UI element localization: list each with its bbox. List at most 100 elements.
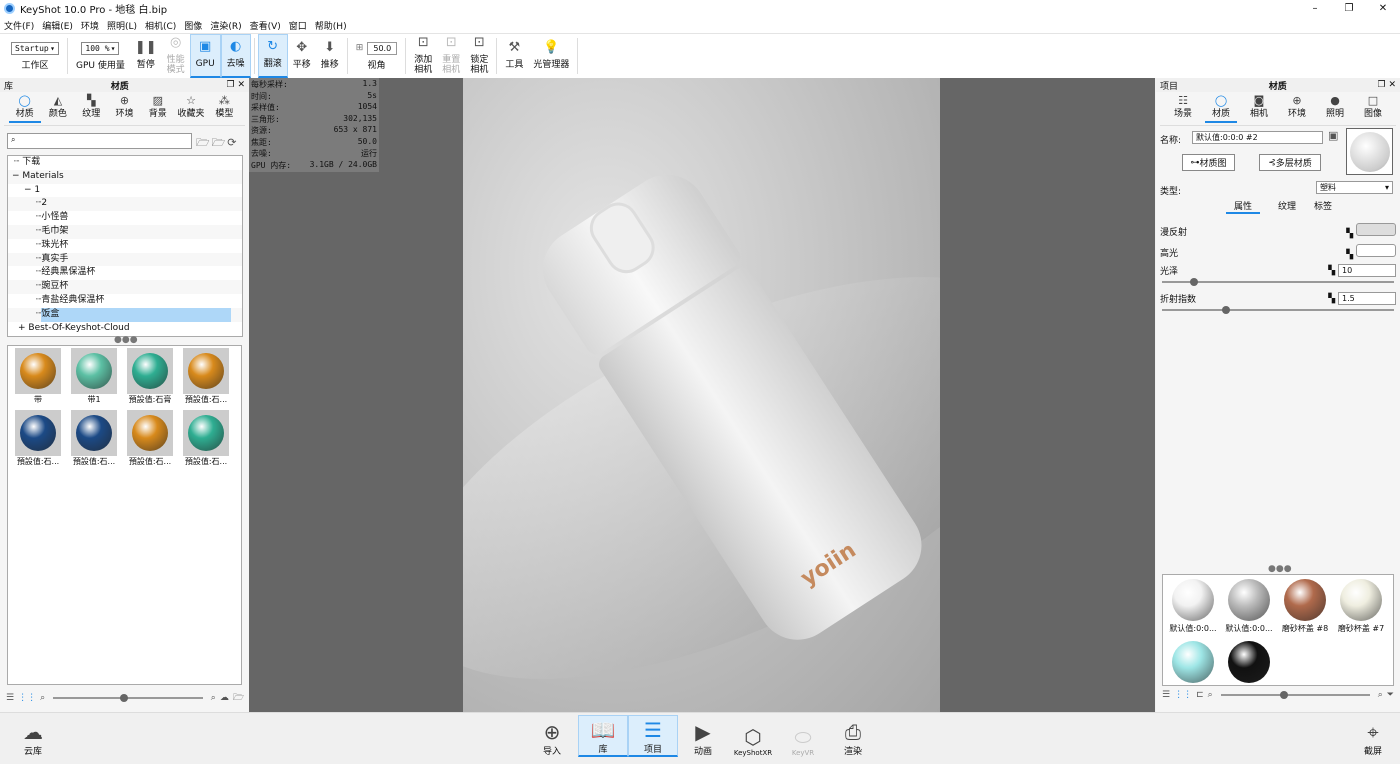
keyshotxr-button[interactable]: ⬡ KeyShotXR <box>730 715 776 757</box>
tree-item-selected[interactable]: ┈饭盒 <box>8 307 242 322</box>
reset-camera-button[interactable]: ⊡ 重置 相机 <box>437 34 465 78</box>
pan-button[interactable]: ✥ 平移 <box>288 34 316 78</box>
material-thumbnail[interactable]: 預設值:石... <box>122 410 178 472</box>
tree-item[interactable]: + Best-Of-Keyshot-Cloud <box>8 322 242 336</box>
add-camera-button[interactable]: ⊡ 添加 相机 <box>409 34 437 78</box>
animation-button[interactable]: ▶ 动画 <box>678 715 728 757</box>
texture-map-icon[interactable]: ▚ <box>1346 250 1353 260</box>
material-thumbnail[interactable]: 預設值:石... <box>10 410 66 472</box>
tree-item[interactable]: − Materials <box>8 169 242 184</box>
material-thumbnail[interactable]: 預設值:石... <box>66 410 122 472</box>
thumbnail-size-slider[interactable] <box>53 694 203 702</box>
type-select[interactable]: 塑料 ▾ <box>1316 181 1393 194</box>
roughness-input[interactable]: 10 <box>1338 263 1396 277</box>
grid-view-icon[interactable]: ⋮⋮ <box>18 693 36 703</box>
splitter-handle[interactable]: ●●● <box>114 335 138 345</box>
texture-map-icon[interactable]: ▚ <box>1346 229 1353 239</box>
tools-button[interactable]: ⚒ 工具 <box>500 34 528 78</box>
dolly-button[interactable]: ⬇ 推移 <box>316 34 344 78</box>
tumble-button[interactable]: ↻ 翻滚 <box>257 34 288 78</box>
menu-help[interactable]: 帮助(H) <box>315 19 347 32</box>
render-viewport[interactable]: yoiin 每秒采样: 1.3 时间: 5s 采样值: 1054 三角形: 302,13… <box>249 78 1155 712</box>
menu-environment[interactable]: 环境 <box>81 19 99 32</box>
fov-input[interactable]: 50.0 <box>367 41 398 55</box>
tab-material[interactable]: ◯ 材质 <box>1205 94 1237 123</box>
import-folder-icon[interactable]: 🗁 <box>212 136 228 149</box>
material-thumbnail[interactable]: 带 <box>10 348 66 410</box>
denoise-toggle[interactable]: ◐ 去噪 <box>220 34 251 78</box>
tree-item[interactable]: ┈毛巾架 <box>8 224 242 239</box>
close-panel-icon[interactable]: ✕ <box>237 80 245 90</box>
keyvr-button[interactable]: ⬭ KeyVR <box>778 715 828 757</box>
tree-item[interactable]: − 1 <box>8 184 242 198</box>
menu-edit[interactable]: 编辑(E) <box>42 19 73 32</box>
pause-button[interactable]: ❚❚ 暂停 <box>130 34 162 78</box>
tree-item[interactable]: ┈珠光杯 <box>8 239 242 253</box>
lock-camera-button[interactable]: ⊡ 锁定 相机 <box>465 34 493 78</box>
folder-icon[interactable]: 🗁 <box>233 690 244 706</box>
tree-view-icon[interactable]: ⊏ <box>1196 690 1204 700</box>
material-thumbnail[interactable]: 磨砂杯盖 #7 <box>1333 577 1389 639</box>
material-thumbnail[interactable]: 預設值:石... <box>178 348 234 410</box>
performance-mode-button[interactable]: ◎ 性能 模式 <box>162 34 190 78</box>
zoom-in-icon[interactable]: ⌕ <box>211 693 216 703</box>
tab-materials[interactable]: ◯ 材质 <box>8 94 41 123</box>
undock-icon[interactable]: ❐ <box>227 80 235 90</box>
texture-map-icon[interactable]: ▚ <box>1328 266 1335 276</box>
menu-camera[interactable]: 相机(C) <box>145 19 176 32</box>
material-thumbnail[interactable]: 預設值:石膏 <box>122 348 178 410</box>
splitter-handle[interactable]: ●●● <box>1268 564 1292 574</box>
undock-icon[interactable]: ❐ <box>1378 80 1386 90</box>
render-button[interactable]: ⎙ 渲染 <box>828 715 878 757</box>
specular-color-swatch[interactable] <box>1356 244 1396 257</box>
tab-environment[interactable]: ⊕ 环境 <box>1281 94 1313 123</box>
diffuse-color-swatch[interactable] <box>1356 223 1396 236</box>
material-thumbnail[interactable]: 磨砂杯盖 #8 <box>1277 577 1333 639</box>
zoom-out-icon[interactable]: ⌕ <box>1208 690 1213 700</box>
save-icon[interactable]: ▣ <box>1328 129 1338 142</box>
tab-environments[interactable]: ⊕ 环境 <box>108 94 140 123</box>
tab-backplates[interactable]: ▨ 背景 <box>142 94 174 123</box>
cloud-upload-icon[interactable]: ☁ <box>220 693 229 703</box>
subtab-textures[interactable]: 纹理 <box>1278 199 1296 214</box>
material-graph-button[interactable]: ⊶ 材质图 <box>1182 154 1235 171</box>
ior-input[interactable]: 1.5 <box>1338 291 1396 305</box>
tree-item[interactable]: ┈小怪兽 <box>8 211 242 225</box>
tab-colors[interactable]: ◭ 颜色 <box>42 94 74 123</box>
menu-render[interactable]: 渲染(R) <box>210 19 241 32</box>
tree-item[interactable]: ┈真实手 <box>8 252 242 267</box>
material-thumbnail[interactable]: 默认值:0:0... <box>1221 577 1277 639</box>
library-search-input[interactable]: ⌕ <box>7 133 192 149</box>
menu-view[interactable]: 查看(V) <box>250 19 281 32</box>
material-thumbnail[interactable]: 預設值:石... <box>178 410 234 472</box>
subtab-properties[interactable]: 属性 <box>1226 199 1261 214</box>
cloud-library-button[interactable]: ☁ 云库 <box>8 715 58 757</box>
light-manager-button[interactable]: 💡 光管理器 <box>528 34 574 78</box>
multi-layer-button[interactable]: ⊰ 多层材质 <box>1259 154 1321 171</box>
add-folder-icon[interactable]: 🗁 <box>196 136 212 149</box>
library-toggle-button[interactable]: 📖 库 <box>578 715 628 757</box>
texture-map-icon[interactable]: ▚ <box>1328 294 1335 304</box>
material-thumbnail[interactable]: 带1 <box>66 348 122 410</box>
zoom-in-icon[interactable]: ⌕ <box>1378 690 1383 700</box>
refresh-icon[interactable]: ⟳ <box>227 136 238 149</box>
menu-lighting[interactable]: 照明(L) <box>107 19 137 32</box>
zoom-out-icon[interactable]: ⌕ <box>40 693 45 703</box>
filter-icon[interactable]: ⏷ <box>1387 690 1394 700</box>
minimize-button[interactable]: – <box>1298 0 1332 17</box>
tree-item[interactable]: ┈2 <box>8 197 242 212</box>
tab-image[interactable]: □ 图像 <box>1357 94 1389 123</box>
menu-window[interactable]: 窗口 <box>289 19 307 32</box>
tree-item[interactable]: ┈豌豆杯 <box>8 280 242 294</box>
tree-item[interactable]: ┈经典黑保温杯 <box>8 266 242 280</box>
tab-lighting[interactable]: ● 照明 <box>1319 94 1351 123</box>
roughness-slider[interactable] <box>1162 278 1394 286</box>
material-name-input[interactable]: 默认值:0:0:0 #2 <box>1192 131 1323 144</box>
tab-camera[interactable]: ◙ 相机 <box>1243 94 1275 123</box>
project-toggle-button[interactable]: ☰ 项目 <box>628 715 678 757</box>
tab-models[interactable]: ⁂ 模型 <box>208 94 240 123</box>
maximize-button[interactable]: ❐ <box>1332 0 1366 17</box>
gpu-usage-select[interactable]: 100 % ▾ <box>81 41 120 55</box>
gpu-toggle[interactable]: ▣ GPU <box>189 34 221 78</box>
tab-favorites[interactable]: ☆ 收藏夹 <box>175 94 207 123</box>
